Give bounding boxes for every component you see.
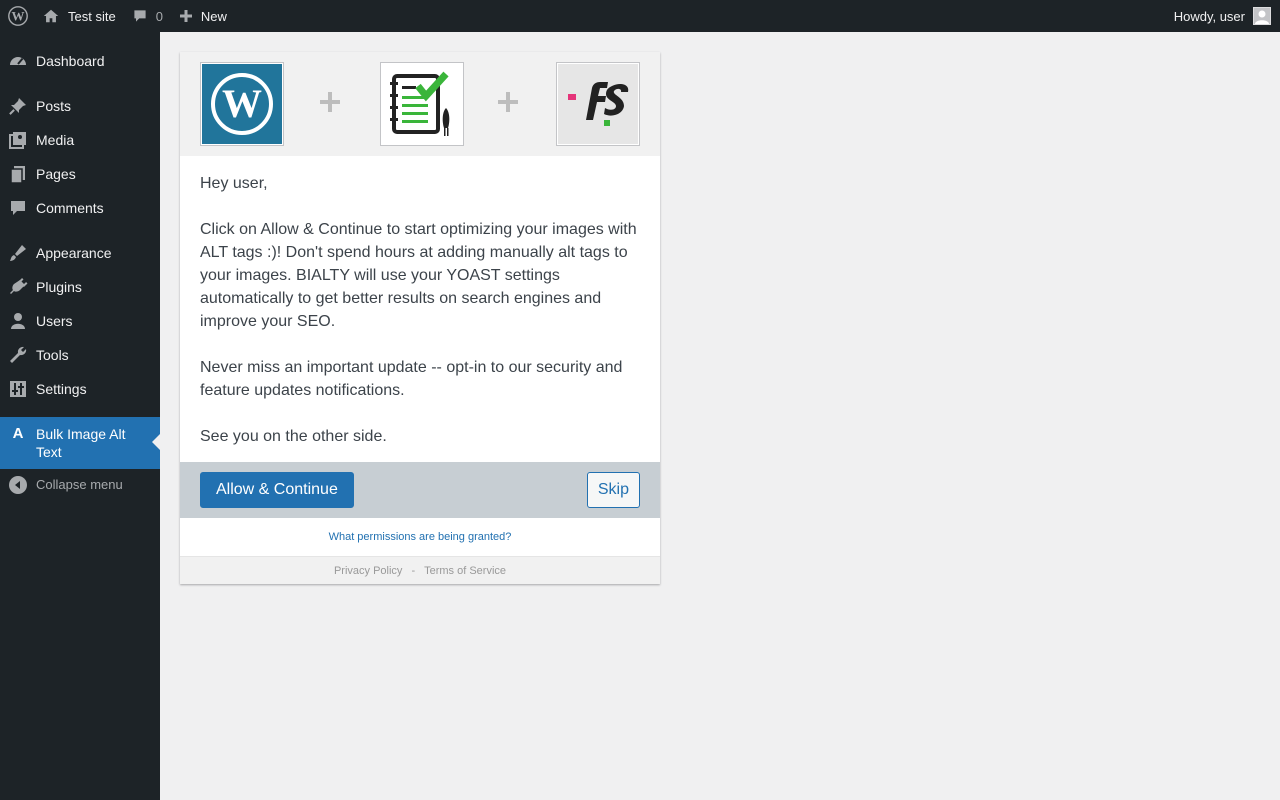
sidebar-item-plugins[interactable]: Plugins (0, 270, 160, 304)
privacy-policy-link[interactable]: Privacy Policy (334, 565, 402, 577)
sidebar-item-users[interactable]: Users (0, 304, 160, 338)
collapse-menu-button[interactable]: Collapse menu (0, 468, 160, 502)
connect-message: Hey user, Click on Allow & Continue to s… (180, 156, 660, 456)
bialty-plugin-logo (380, 62, 464, 146)
connect-actions: Allow & Continue Skip (180, 462, 660, 518)
farewell-paragraph: See you on the other side. (200, 428, 387, 445)
home-icon (43, 9, 59, 23)
freemius-icon (558, 64, 638, 144)
avatar-user-icon (1255, 10, 1269, 24)
new-content-menu[interactable]: New (171, 0, 235, 32)
wordpress-icon: W (202, 64, 282, 144)
my-account-menu[interactable]: Howdy, user (1174, 0, 1280, 32)
svg-text:W: W (222, 81, 262, 126)
sidebar-item-comments[interactable]: Comments (0, 191, 160, 225)
intro-paragraph: Click on Allow & Continue to start optim… (200, 221, 637, 330)
site-name-menu[interactable]: Test site (34, 0, 124, 32)
plus-icon (496, 90, 520, 114)
greeting-text: Hey user, (200, 175, 268, 192)
comments-menu[interactable]: 0 (124, 0, 171, 32)
sidebar-item-dashboard[interactable]: Dashboard (0, 44, 160, 78)
wordpress-logo-menu[interactable]: W (0, 0, 34, 32)
terms-separator: - (411, 564, 416, 577)
sidebar-item-media[interactable]: Media (0, 123, 160, 157)
updates-paragraph: Never miss an important update -- opt-in… (200, 359, 623, 399)
bialty-letter-icon: A (12, 425, 24, 442)
sidebar-item-pages[interactable]: Pages (0, 157, 160, 191)
sidebar-item-bulk-image-alt-text[interactable]: A Bulk Image Alt Text (0, 417, 160, 469)
comment-icon (0, 198, 36, 218)
freemius-logo (556, 62, 640, 146)
site-name: Test site (68, 8, 116, 24)
wordpress-logo: W (200, 62, 284, 146)
avatar (1253, 7, 1271, 25)
sidebar-item-label: Bulk Image Alt Text (36, 426, 126, 460)
comment-icon (134, 10, 146, 22)
media-icon (0, 130, 36, 150)
pin-icon (0, 96, 36, 116)
sidebar-item-appearance[interactable]: Appearance (0, 236, 160, 270)
permissions-link[interactable]: What permissions are being granted? (329, 531, 512, 543)
wrench-icon (0, 345, 36, 365)
user-icon (0, 311, 36, 331)
plus-icon (318, 90, 342, 114)
sidebar-item-label: Comments (36, 200, 104, 216)
admin-sidebar: Dashboard Posts Media Pages Comments App… (0, 32, 160, 800)
wordpress-icon: W (8, 6, 28, 26)
permissions-section: What permissions are being granted? (180, 518, 660, 556)
connect-header: W (180, 52, 660, 156)
plus-icon (179, 10, 192, 22)
checklist-rocket-icon (382, 64, 462, 144)
terms-of-service-link[interactable]: Terms of Service (424, 565, 506, 577)
sidebar-item-settings[interactable]: Settings (0, 372, 160, 406)
collapse-icon (0, 476, 36, 494)
pages-icon (0, 164, 36, 184)
comments-count: 0 (155, 8, 163, 24)
settings-icon (0, 379, 36, 399)
brush-icon (0, 243, 36, 263)
terms-footer: Privacy Policy - Terms of Service (180, 556, 660, 584)
sidebar-item-label: Plugins (36, 279, 82, 295)
sidebar-item-label: Tools (36, 347, 69, 363)
sidebar-item-label: Settings (36, 381, 87, 397)
collapse-menu-label: Collapse menu (36, 477, 123, 492)
sidebar-item-label: Posts (36, 98, 72, 114)
current-menu-arrow (152, 434, 160, 450)
admin-bar: W Test site 0 New Howdy, user (0, 0, 1280, 32)
sidebar-item-label: Dashboard (36, 53, 105, 69)
sidebar-item-posts[interactable]: Posts (0, 89, 160, 123)
sidebar-item-label: Users (36, 313, 73, 329)
sidebar-item-label: Appearance (36, 245, 112, 261)
dashboard-icon (0, 51, 36, 71)
sidebar-item-label: Media (36, 132, 75, 148)
svg-text:W: W (12, 9, 25, 24)
sidebar-item-label: Pages (36, 166, 76, 182)
new-label: New (200, 8, 227, 24)
connect-card: W Hey user, Click on Allow & Continue to… (180, 52, 660, 584)
sidebar-item-tools[interactable]: Tools (0, 338, 160, 372)
allow-continue-button[interactable]: Allow & Continue (200, 472, 354, 508)
skip-button[interactable]: Skip (586, 472, 640, 508)
howdy-greeting: Howdy, user (1173, 8, 1245, 24)
plug-icon (0, 277, 36, 297)
